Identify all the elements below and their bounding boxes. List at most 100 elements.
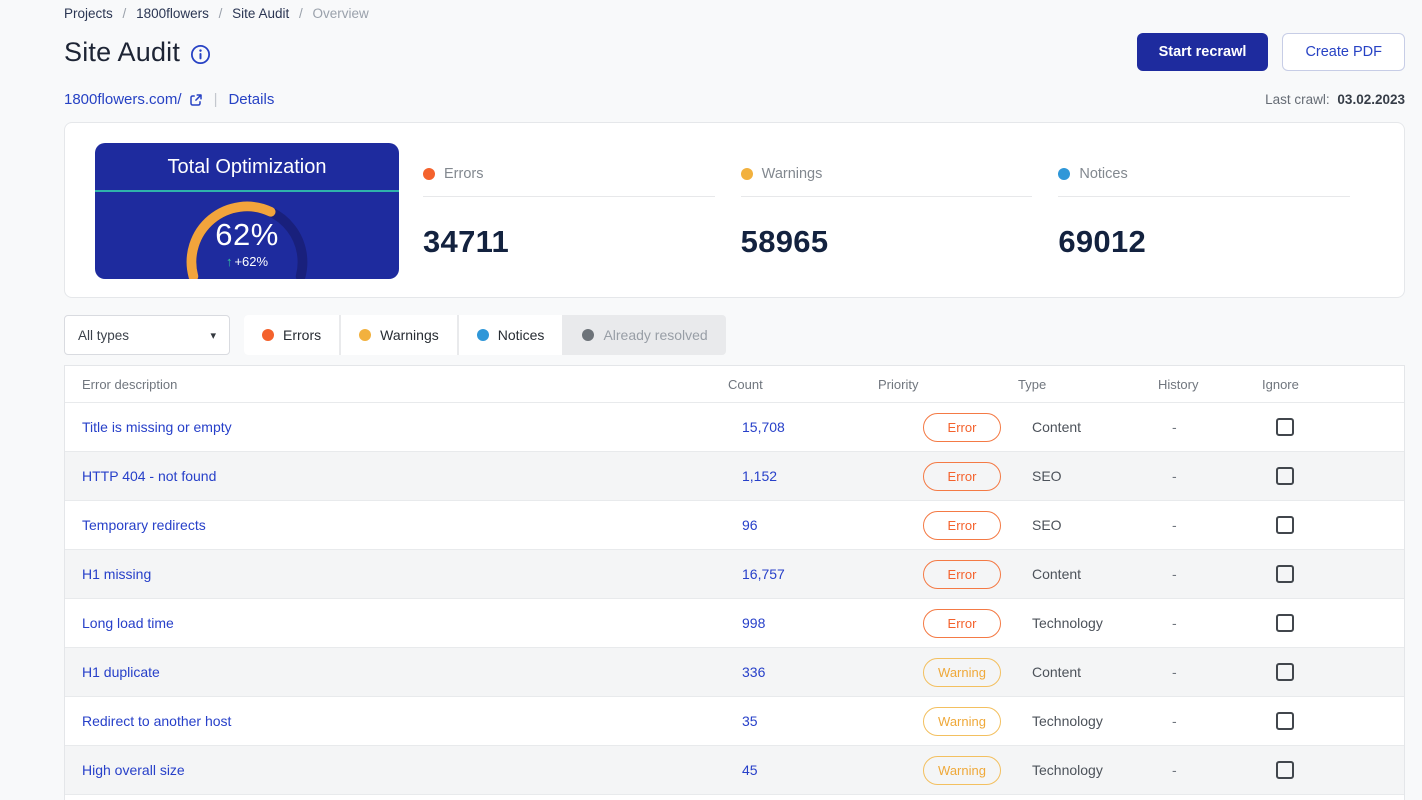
severity-filter-group: Errors Warnings Notices Already resolved [244, 315, 726, 355]
table-row: H1 missing 16,757 Error Content - [65, 549, 1404, 598]
summary-card: Total Optimization 62% ↑ +62% Errors 3471… [64, 122, 1405, 298]
gauge-delta: ↑ +62% [95, 254, 399, 269]
last-crawl: Last crawl: 03.02.2023 [1265, 92, 1405, 107]
site-url-link[interactable]: 1800flowers.com/ [64, 91, 203, 108]
table-row: HTTP 404 - not found 1,152 Error SEO - [65, 451, 1404, 500]
status-dot-icon [423, 168, 435, 180]
error-description-link[interactable]: Long load time [82, 615, 174, 631]
details-link[interactable]: Details [228, 91, 274, 108]
count-link[interactable]: 1,152 [742, 468, 777, 484]
column-header-type[interactable]: Type [1018, 377, 1158, 392]
create-pdf-button[interactable]: Create PDF [1282, 33, 1405, 71]
breadcrumb-project-name[interactable]: 1800flowers [136, 6, 209, 21]
history-cell: - [1172, 615, 1177, 631]
filter-chip-label: Warnings [380, 327, 439, 343]
count-link[interactable]: 96 [742, 517, 758, 533]
ignore-checkbox[interactable] [1276, 516, 1294, 534]
total-optimization-card: Total Optimization 62% ↑ +62% [95, 143, 399, 279]
stat-head: Notices [1058, 143, 1351, 197]
priority-badge: Warning [923, 657, 1001, 687]
filter-chip[interactable]: Errors [244, 315, 340, 355]
stat-label: Errors [444, 166, 484, 182]
site-info-row: 1800flowers.com/ | Details Last crawl: 0… [64, 91, 1405, 108]
type-cell: Technology [1032, 762, 1103, 778]
column-header-priority[interactable]: Priority [878, 377, 1018, 392]
start-recrawl-button[interactable]: Start recrawl [1136, 33, 1269, 71]
count-link[interactable]: 336 [742, 664, 765, 680]
type-cell: SEO [1032, 468, 1062, 484]
count-link[interactable]: 15,708 [742, 419, 785, 435]
column-header-description[interactable]: Error description [82, 377, 728, 392]
column-header-ignore[interactable]: Ignore [1262, 377, 1387, 392]
error-description-link[interactable]: Redirect to another host [82, 713, 231, 729]
error-description-link[interactable]: High overall size [82, 762, 185, 778]
column-header-count[interactable]: Count [728, 377, 878, 392]
history-cell: - [1172, 517, 1177, 533]
error-description-link[interactable]: H1 duplicate [82, 664, 160, 680]
breadcrumb-separator: / [298, 6, 303, 21]
breadcrumb-separator: / [122, 6, 127, 21]
count-link[interactable]: 16,757 [742, 566, 785, 582]
filter-chip-label: Already resolved [603, 327, 708, 343]
filter-chip-label: Errors [283, 327, 322, 343]
table-row-partial: Warning [65, 794, 1404, 800]
site-url: 1800flowers.com/ [64, 91, 182, 108]
breadcrumb-site-audit[interactable]: Site Audit [232, 6, 289, 21]
breadcrumb-projects[interactable]: Projects [64, 6, 113, 21]
type-cell: Content [1032, 566, 1082, 582]
stat-block: Notices 69012 [1058, 143, 1351, 277]
table-row: Title is missing or empty 15,708 Error C… [65, 402, 1404, 451]
gauge-title: Total Optimization [95, 143, 399, 192]
table-body: Title is missing or empty 15,708 Error C… [65, 402, 1404, 794]
filter-row: All types ▾ Errors Warnings Notices Alre… [64, 315, 1405, 355]
last-crawl-label: Last crawl: [1265, 92, 1330, 107]
error-description-link[interactable]: Title is missing or empty [82, 419, 232, 435]
filter-chip-label: Notices [497, 327, 545, 343]
breadcrumb: Projects / 1800flowers / Site Audit / Ov… [64, 0, 1405, 21]
status-dot-icon [740, 168, 753, 180]
stat-block: Warnings 58965 [740, 143, 1033, 277]
header-actions: Start recrawl Create PDF [1136, 33, 1405, 71]
filter-chip[interactable]: Notices [458, 315, 563, 355]
ignore-checkbox[interactable] [1276, 614, 1294, 632]
ignore-checkbox[interactable] [1276, 761, 1294, 779]
ignore-checkbox[interactable] [1276, 663, 1294, 681]
filter-chip[interactable]: Warnings [341, 315, 457, 355]
priority-badge: Error [923, 510, 1001, 540]
breadcrumb-separator: / [218, 6, 223, 21]
table-row: H1 duplicate 336 Warning Content - [65, 647, 1404, 696]
history-cell: - [1172, 566, 1177, 582]
stat-head: Warnings [740, 143, 1033, 197]
table-row: Redirect to another host 35 Warning Tech… [65, 696, 1404, 745]
count-link[interactable]: 998 [742, 615, 765, 631]
history-cell: - [1172, 664, 1177, 680]
divider: | [213, 91, 218, 108]
count-link[interactable]: 45 [742, 762, 758, 778]
ignore-checkbox[interactable] [1276, 712, 1294, 730]
ignore-checkbox[interactable] [1276, 467, 1294, 485]
column-header-history[interactable]: History [1158, 377, 1248, 392]
table-row: Long load time 998 Error Technology - [65, 598, 1404, 647]
count-link[interactable]: 35 [742, 713, 758, 729]
type-cell: Content [1032, 419, 1082, 435]
error-description-link[interactable]: H1 missing [82, 566, 151, 582]
stat-value: 69012 [1058, 224, 1147, 259]
priority-badge: Error [923, 608, 1001, 638]
page-title: Site Audit [64, 36, 181, 67]
gauge-delta-value: +62% [234, 254, 269, 269]
error-description-link[interactable]: HTTP 404 - not found [82, 468, 216, 484]
info-icon[interactable] [190, 44, 211, 65]
priority-badge: Warning [923, 755, 1001, 785]
type-filter-value: All types [78, 327, 130, 343]
ignore-checkbox[interactable] [1276, 418, 1294, 436]
error-description-link[interactable]: Temporary redirects [82, 517, 206, 533]
gauge-value: 62% [215, 217, 279, 252]
filter-chip[interactable]: Already resolved [564, 315, 725, 355]
history-cell: - [1172, 762, 1177, 778]
stat-value: 58965 [740, 224, 829, 259]
type-filter-dropdown[interactable]: All types ▾ [64, 315, 230, 355]
stat-block: Errors 34711 [423, 143, 715, 277]
ignore-checkbox[interactable] [1276, 565, 1294, 583]
stat-value: 34711 [423, 224, 509, 259]
priority-badge: Error [923, 412, 1001, 442]
